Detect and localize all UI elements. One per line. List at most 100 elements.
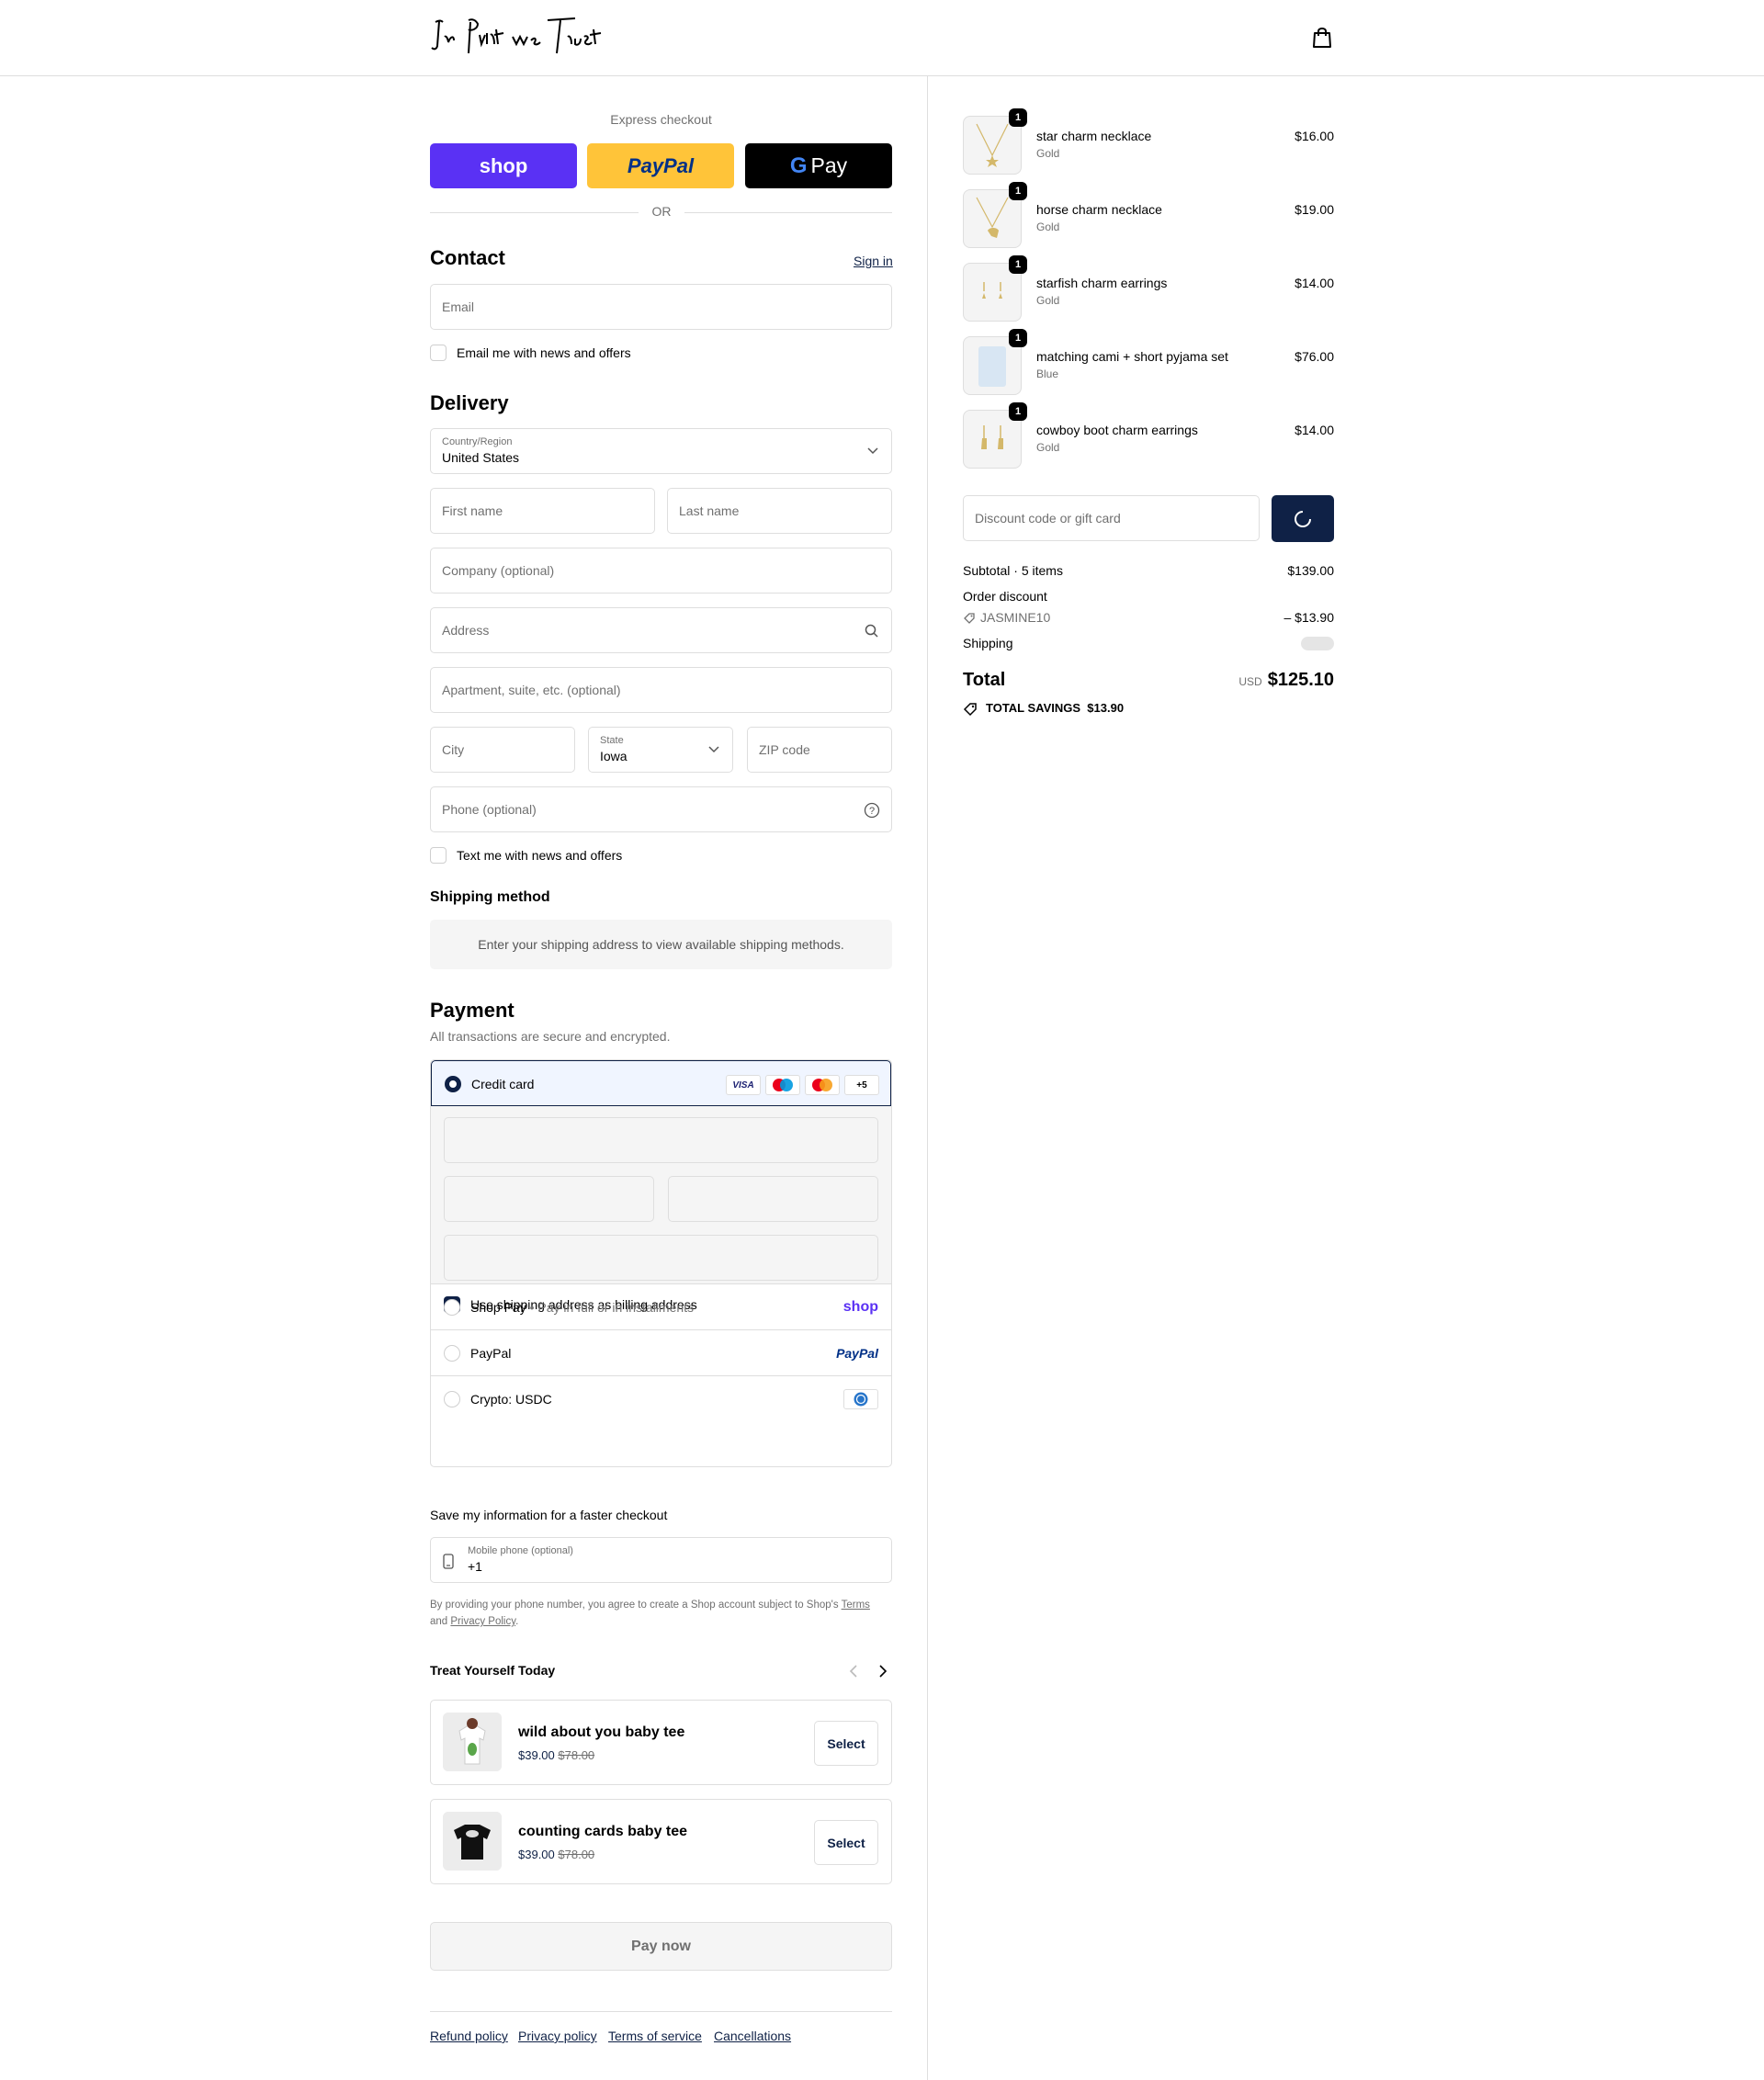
paypal-logo: PayPal [627, 153, 695, 177]
total-label: Total [963, 670, 1006, 690]
shipping-method-heading: Shipping method [430, 889, 550, 905]
mobile-phone-value: +1 [468, 1559, 482, 1574]
help-icon[interactable]: ? [864, 802, 880, 819]
paypal-radio[interactable] [444, 1345, 460, 1362]
or-divider-right [684, 212, 892, 213]
shop-pay-sublabel: Pay in full or in installments [537, 1300, 695, 1315]
shopping-bag-icon[interactable] [1311, 26, 1333, 50]
shop-pay-express-button[interactable]: shop [430, 143, 577, 188]
paypal-express-button[interactable]: PayPal [587, 143, 734, 188]
crypto-radio[interactable] [444, 1391, 460, 1407]
quantity-badge: 1 [1009, 402, 1027, 421]
item-name: cowboy boot charm earrings [1036, 423, 1198, 437]
item-variant: Gold [1036, 441, 1060, 454]
newsletter-checkbox[interactable] [430, 345, 447, 361]
card-name-field[interactable] [444, 1235, 878, 1281]
compare-price: $78.00 [558, 1748, 595, 1762]
savings-tag-icon [963, 703, 977, 717]
phone-field[interactable]: Phone (optional) ? [430, 786, 892, 832]
zip-placeholder: ZIP code [759, 742, 810, 757]
google-g-icon: G [789, 153, 808, 178]
crypto-option[interactable]: Crypto: USDC [431, 1376, 891, 1422]
city-field[interactable]: City [430, 727, 575, 773]
terms-link[interactable]: Terms [842, 1600, 870, 1611]
crypto-label: Crypto: USDC [470, 1392, 552, 1407]
recommendation-name: wild about you baby tee [518, 1724, 685, 1740]
pay-now-button[interactable]: Pay now [430, 1922, 892, 1971]
state-select[interactable]: State Iowa [588, 727, 733, 773]
select-button[interactable]: Select [814, 1820, 878, 1865]
privacy-policy-footer-link[interactable]: Privacy policy [518, 2029, 597, 2043]
shipping-label: Shipping [963, 636, 1013, 650]
item-name: starfish charm earrings [1036, 276, 1168, 290]
visa-label: VISA [732, 1080, 754, 1091]
shipping-row: Shipping [963, 636, 1334, 652]
visa-icon: VISA [726, 1075, 761, 1095]
disclaimer-and: and [430, 1616, 448, 1627]
card-cvv-field[interactable] [668, 1176, 878, 1222]
last-name-placeholder: Last name [679, 503, 740, 518]
apartment-field[interactable]: Apartment, suite, etc. (optional) [430, 667, 892, 713]
shop-pay-logo: shop [842, 1299, 878, 1315]
item-name: star charm necklace [1036, 129, 1152, 143]
credit-card-option[interactable]: Credit card VISA +5 [431, 1060, 891, 1106]
apartment-placeholder: Apartment, suite, etc. (optional) [442, 683, 621, 697]
email-field[interactable]: Email [430, 284, 892, 330]
google-pay-express-button[interactable]: G Pay [745, 143, 892, 188]
footer-divider [430, 2011, 892, 2012]
chevron-left-icon[interactable] [848, 1664, 859, 1679]
item-price: $16.00 [1295, 129, 1334, 143]
store-logo[interactable] [428, 13, 603, 61]
apply-discount-button[interactable] [1272, 495, 1334, 542]
discount-code-field[interactable]: Discount code or gift card [963, 495, 1260, 541]
savings-label: TOTAL SAVINGS [986, 701, 1081, 715]
mobile-phone-field[interactable]: Mobile phone (optional) +1 [430, 1537, 892, 1583]
product-image [443, 1713, 502, 1771]
item-price: $19.00 [1295, 202, 1334, 217]
quantity-badge: 1 [1009, 182, 1027, 200]
quantity-badge: 1 [1009, 108, 1027, 127]
item-variant: Gold [1036, 147, 1060, 160]
shop-pay-option[interactable]: Shop Pay • Pay in full or in installment… [431, 1284, 891, 1330]
order-line-item: 1 horse charm necklace Gold $19.00 [963, 182, 1334, 248]
quantity-badge: 1 [1009, 255, 1027, 274]
discount-placeholder: Discount code or gift card [975, 511, 1121, 526]
maestro-icon [765, 1075, 800, 1095]
shop-pay-label: Shop Pay [470, 1300, 526, 1315]
company-field[interactable]: Company (optional) [430, 548, 892, 593]
card-number-field[interactable] [444, 1117, 878, 1163]
refund-policy-link[interactable]: Refund policy [430, 2029, 508, 2043]
shop-pay-radio[interactable] [444, 1299, 460, 1316]
card-expiry-field[interactable] [444, 1176, 654, 1222]
address-field[interactable]: Address [430, 607, 892, 653]
more-cards-badge: +5 [844, 1075, 879, 1095]
credit-card-radio[interactable] [445, 1076, 461, 1092]
contact-heading: Contact [430, 246, 505, 269]
paypal-option[interactable]: PayPal PayPal [431, 1330, 891, 1376]
shop-pay-logo: shop [479, 153, 528, 177]
privacy-policy-link[interactable]: Privacy Policy [450, 1616, 515, 1627]
paypal-label: PayPal [470, 1346, 512, 1361]
subtotal-label: Subtotal · 5 items [963, 563, 1063, 578]
cancellations-link[interactable]: Cancellations [714, 2029, 791, 2043]
sms-checkbox[interactable] [430, 847, 447, 864]
svg-text:?: ? [869, 806, 875, 817]
more-cards-label: +5 [856, 1080, 867, 1091]
recommendation-card: wild about you baby tee $39.00 $78.00 Se… [430, 1700, 892, 1785]
zip-field[interactable]: ZIP code [747, 727, 892, 773]
item-name: matching cami + short pyjama set [1036, 349, 1228, 364]
credit-card-form: Use shipping address as billing address [431, 1106, 891, 1313]
country-value: United States [442, 450, 520, 465]
terms-of-service-link[interactable]: Terms of service [608, 2029, 702, 2043]
last-name-field[interactable]: Last name [667, 488, 892, 534]
country-select[interactable]: Country/Region United States [430, 428, 892, 474]
chevron-right-icon[interactable] [877, 1664, 888, 1679]
order-line-item: 1 star charm necklace Gold $16.00 [963, 108, 1334, 175]
select-button[interactable]: Select [814, 1721, 878, 1766]
chevron-down-icon [867, 447, 878, 455]
paypal-logo: PayPal [836, 1346, 878, 1361]
sign-in-link[interactable]: Sign in [854, 254, 893, 268]
column-divider [927, 76, 928, 2080]
recommendation-name: counting cards baby tee [518, 1824, 688, 1839]
first-name-field[interactable]: First name [430, 488, 655, 534]
